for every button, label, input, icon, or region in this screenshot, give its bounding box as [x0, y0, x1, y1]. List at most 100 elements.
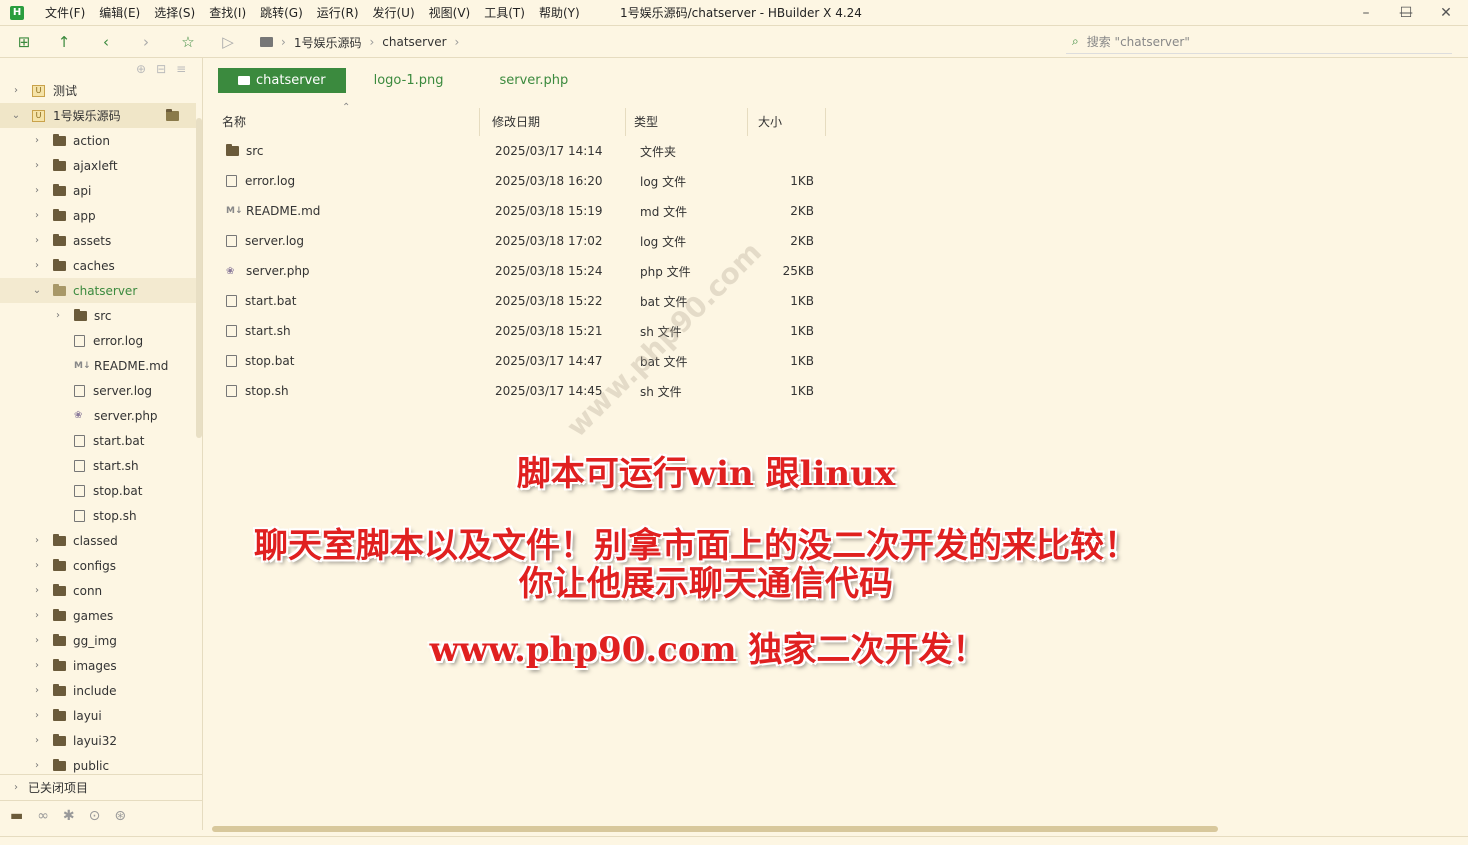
menu-item[interactable]: 视图(V) [422, 0, 478, 26]
breadcrumb-item[interactable]: chatserver [382, 35, 446, 49]
close-button[interactable]: ✕ [1426, 0, 1466, 26]
table-row[interactable]: start.bat 2025/03/18 15:22 bat 文件 1KB [218, 286, 828, 316]
folder-icon [238, 76, 250, 85]
folder-icon [226, 144, 239, 156]
sidebar-scrollbar[interactable] [196, 118, 202, 438]
menu-item[interactable]: 运行(R) [310, 0, 366, 26]
tab-logo[interactable]: logo-1.png [346, 68, 472, 93]
tree-item-label: 1号娱乐源码 [53, 109, 121, 123]
tree-item[interactable]: › include [0, 678, 196, 703]
file-tree: › U 测试 ⌄ U 1号娱乐源码 › action › ajaxleft › api › app › ass… [0, 78, 196, 778]
column-header-size[interactable]: 大小 [754, 108, 826, 136]
plugin-icon[interactable]: ⊛ [114, 808, 126, 824]
file-name: error.log [245, 174, 296, 188]
tree-item[interactable]: ❀ server.php [0, 403, 196, 428]
tree-item[interactable]: › layui [0, 703, 196, 728]
column-header-type[interactable]: 类型 [630, 108, 748, 136]
folder-icon [53, 758, 66, 771]
search-input[interactable]: ⌕ 搜索 "chatserver" [1066, 30, 1452, 54]
main-panel: chatserver logo-1.png server.php 名称 ⌃ 修改… [204, 58, 1468, 830]
locate-icon[interactable]: ⊕ [136, 62, 146, 76]
tree-item-label: README.md [94, 358, 169, 373]
chevron-right-icon: › [35, 760, 39, 771]
project-icon: U [32, 84, 45, 97]
tab-chatserver[interactable]: chatserver [218, 68, 346, 93]
tab-bar: chatserver logo-1.png server.php [218, 68, 596, 93]
chevron-down-icon: ⌄ [11, 110, 21, 121]
tree-item[interactable]: M↓ README.md [0, 353, 196, 378]
collapse-icon[interactable]: ⊟ [156, 62, 166, 76]
git-icon[interactable]: ⊙ [89, 808, 101, 824]
tree-item[interactable]: › ajaxleft [0, 153, 196, 178]
file-icon [74, 334, 85, 347]
file-type: md 文件 [640, 204, 688, 219]
column-header-date[interactable]: 修改日期 [488, 108, 626, 136]
table-row[interactable]: start.sh 2025/03/18 15:21 sh 文件 1KB [218, 316, 828, 346]
tree-item[interactable]: server.log [0, 378, 196, 403]
new-file-icon[interactable]: ⊞ [14, 32, 34, 52]
file-icon [226, 175, 237, 187]
tree-item[interactable]: › caches [0, 253, 196, 278]
tree-item[interactable]: › app [0, 203, 196, 228]
table-row[interactable]: error.log 2025/03/18 16:20 log 文件 1KB [218, 166, 828, 196]
chevron-down-icon: ⌄ [32, 285, 42, 296]
overlay-line-4: www.php90.com 独家二次开发！ [429, 630, 987, 670]
file-name: README.md [246, 204, 321, 218]
closed-projects[interactable]: › 已关闭项目 [0, 774, 203, 799]
menu-item[interactable]: 文件(F) [38, 0, 92, 26]
chevron-right-icon: › [35, 735, 39, 746]
tree-item-label: games [73, 608, 114, 623]
file-size: 1KB [790, 324, 814, 338]
folder-icon [53, 208, 66, 221]
minimize-icon[interactable]: – [1346, 0, 1386, 26]
table-row[interactable]: stop.sh 2025/03/17 14:45 sh 文件 1KB [218, 376, 828, 406]
menu-item[interactable]: 选择(S) [147, 0, 202, 26]
file-date: 2025/03/17 14:14 [495, 144, 603, 158]
folder-icon [260, 37, 273, 47]
tree-item-label: 测试 [53, 84, 78, 98]
tree-item[interactable]: › layui32 [0, 728, 196, 753]
tab-server-php[interactable]: server.php [471, 68, 596, 93]
back-icon[interactable]: ‹ [96, 32, 116, 52]
breadcrumb-item[interactable]: 1号娱乐源码 [294, 34, 362, 51]
menu-item[interactable]: 编辑(E) [92, 0, 147, 26]
menu-item[interactable]: 工具(T) [477, 0, 532, 26]
table-row[interactable]: src 2025/03/17 14:14 文件夹 [218, 136, 828, 166]
menu-item[interactable]: 跳转(G) [253, 0, 310, 26]
folder-icon [53, 683, 66, 696]
file-icon [74, 384, 85, 397]
tree-item[interactable]: › api [0, 178, 196, 203]
file-name-cell: error.log [226, 174, 295, 188]
tree-item[interactable]: › U 测试 [0, 78, 196, 103]
folder-icon[interactable]: ▬ [10, 808, 23, 824]
run-icon[interactable]: ▷ [218, 32, 238, 52]
bug-icon[interactable]: ✱ [63, 808, 75, 824]
arrow-up-icon[interactable]: ↑ [54, 32, 74, 52]
tree-item[interactable]: › action [0, 128, 196, 153]
star-icon[interactable]: ☆ [178, 32, 198, 52]
tree-item[interactable]: ⌄ chatserver [0, 278, 196, 303]
menu-icon[interactable]: ≡ [176, 62, 186, 76]
chevron-right-icon: › [35, 710, 39, 721]
file-icon [74, 434, 85, 447]
forward-icon[interactable]: › [136, 32, 156, 52]
tree-item-label: public [73, 758, 110, 773]
search-placeholder: 搜索 "chatserver" [1086, 35, 1190, 49]
file-name-cell: server.log [226, 234, 304, 248]
table-row[interactable]: M↓ README.md 2025/03/18 15:19 md 文件 2KB [218, 196, 828, 226]
tree-item[interactable]: › src [0, 303, 196, 328]
tree-item[interactable]: ⌄ U 1号娱乐源码 [0, 103, 196, 128]
tree-item-label: assets [73, 233, 112, 248]
file-name: src [246, 144, 264, 158]
menu-item[interactable]: 发行(U) [366, 0, 422, 26]
file-name: server.log [245, 234, 304, 248]
menu-item[interactable]: 帮助(Y) [532, 0, 587, 26]
binoculars-icon[interactable]: ∞ [37, 808, 49, 824]
tree-item[interactable]: error.log [0, 328, 196, 353]
table-row[interactable]: stop.bat 2025/03/17 14:47 bat 文件 1KB [218, 346, 828, 376]
maximize-button[interactable]: ☐ [1386, 0, 1426, 26]
folder-icon [53, 708, 66, 721]
horizontal-scrollbar[interactable] [212, 826, 1218, 832]
menu-item[interactable]: 查找(I) [202, 0, 253, 26]
tree-item[interactable]: › assets [0, 228, 196, 253]
